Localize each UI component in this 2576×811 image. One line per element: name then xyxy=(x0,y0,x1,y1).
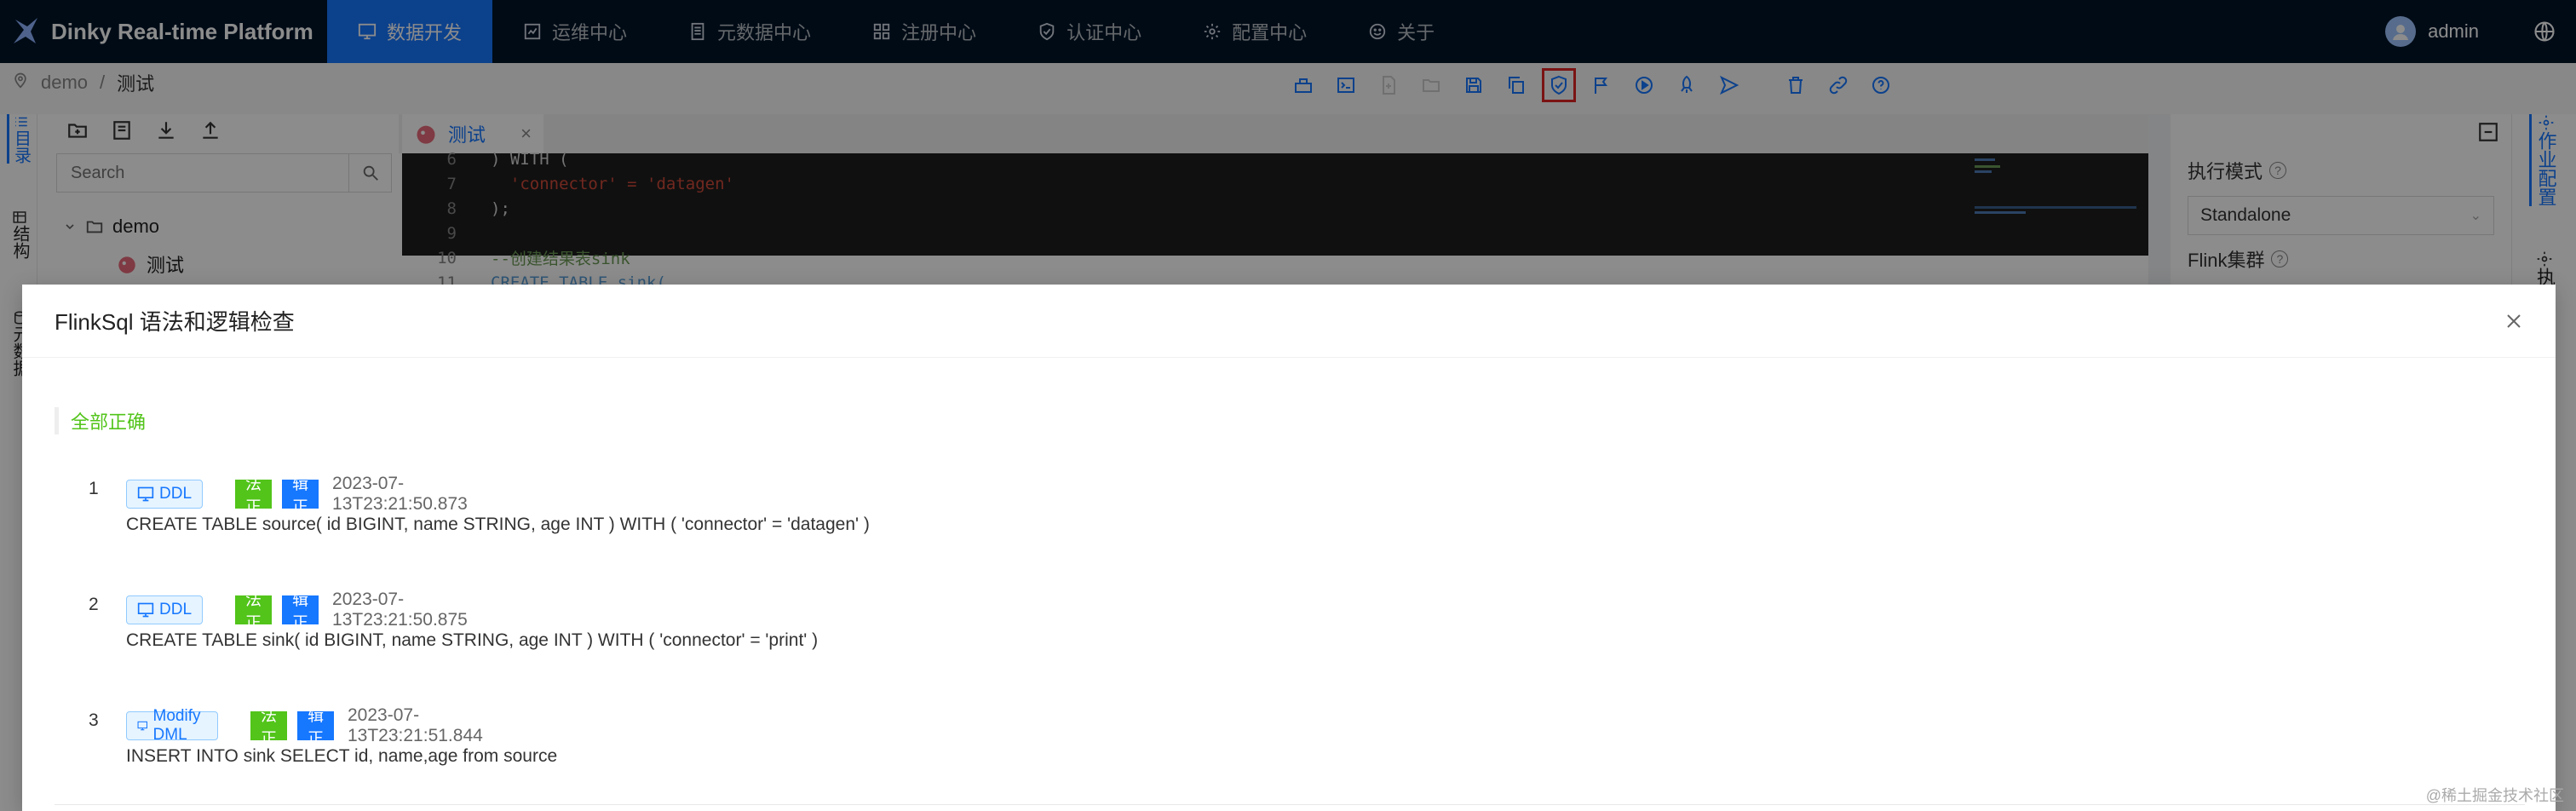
type-tag: DDL xyxy=(126,480,204,509)
sql-check-modal: FlinkSql 语法和逻辑检查 全部正确 1 DDL 语法正确 逻辑正确 20… xyxy=(22,285,2556,811)
item-timestamp: 2023-07-13T23:21:50.873 xyxy=(332,474,468,514)
result-summary: 全部正确 xyxy=(55,407,146,434)
modal-title: FlinkSql 语法和逻辑检查 xyxy=(55,309,295,335)
watermark: @稀土掘金技术社区 xyxy=(2425,787,2564,804)
syntax-tag: 语法正确 xyxy=(235,568,273,655)
item-index: 2 xyxy=(89,595,99,614)
logic-tag: 逻辑正确 xyxy=(282,452,319,539)
desktop-icon xyxy=(137,602,154,618)
item-timestamp: 2023-07-13T23:21:51.844 xyxy=(348,705,483,745)
item-tags: Modify DML 语法正确 逻辑正确 2023-07-13T23:21:51… xyxy=(126,684,483,771)
logic-tag: 逻辑正确 xyxy=(296,684,334,771)
syntax-tag: 语法正确 xyxy=(235,452,273,539)
modal-header: FlinkSql 语法和逻辑检查 xyxy=(22,285,2556,358)
logic-tag: 逻辑正确 xyxy=(282,568,319,655)
item-sql: CREATE TABLE source( id BIGINT, name STR… xyxy=(126,515,870,534)
desktop-icon xyxy=(137,486,154,502)
type-label: Modify DML xyxy=(152,707,201,744)
item-sql: CREATE TABLE sink( id BIGINT, name STRIN… xyxy=(126,630,819,650)
type-label: DDL xyxy=(159,601,193,618)
syntax-tag: 语法正确 xyxy=(250,684,287,771)
close-icon[interactable] xyxy=(2499,307,2528,336)
item-timestamp: 2023-07-13T23:21:50.875 xyxy=(332,590,468,630)
item-index: 3 xyxy=(89,710,99,730)
type-tag: Modify DML xyxy=(126,707,218,744)
item-tags: DDL 语法正确 逻辑正确 2023-07-13T23:21:50.873 xyxy=(126,452,468,539)
type-tag: DDL xyxy=(126,595,204,624)
item-sql: INSERT INTO sink SELECT id, name,age fro… xyxy=(126,746,558,766)
item-index: 1 xyxy=(89,479,99,498)
type-label: DDL xyxy=(159,485,193,503)
desktop-icon xyxy=(137,721,147,731)
list-divider xyxy=(55,804,2525,805)
item-tags: DDL 语法正确 逻辑正确 2023-07-13T23:21:50.875 xyxy=(126,568,468,655)
